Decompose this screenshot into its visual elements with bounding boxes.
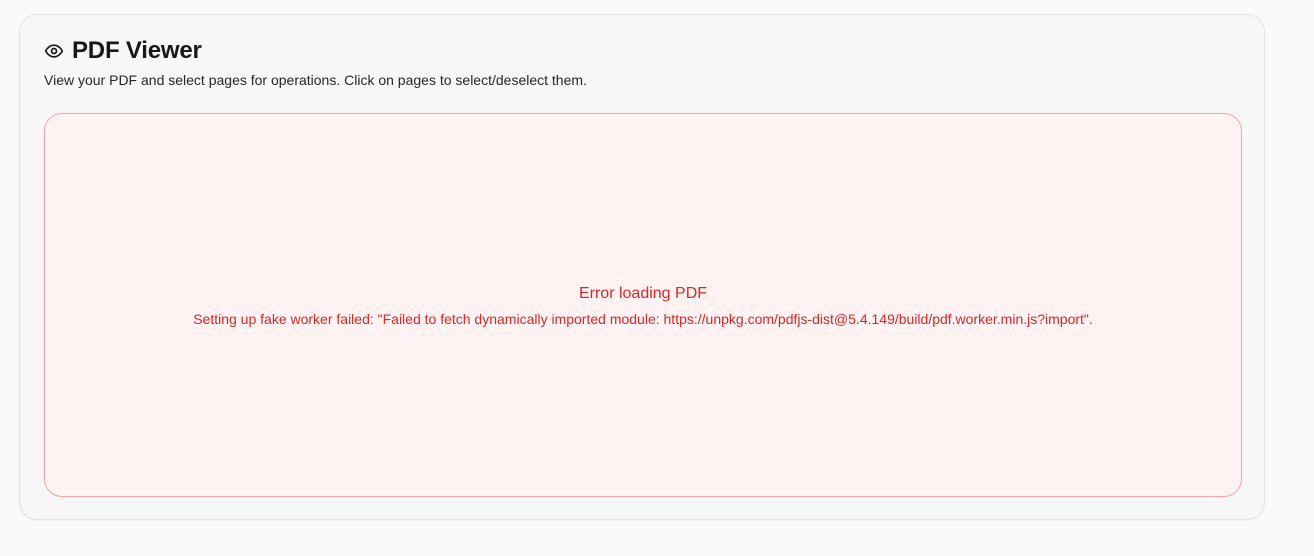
error-panel: Error loading PDF Setting up fake worker…	[44, 113, 1242, 497]
pdf-viewer-card: PDF Viewer View your PDF and select page…	[19, 14, 1265, 520]
page-subtitle: View your PDF and select pages for opera…	[44, 72, 587, 88]
eye-icon	[44, 41, 64, 61]
page-title: PDF Viewer	[72, 37, 202, 64]
card-header: PDF Viewer	[44, 37, 202, 65]
error-title: Error loading PDF	[578, 285, 708, 302]
error-message: Setting up fake worker failed: "Failed t…	[193, 311, 1093, 327]
